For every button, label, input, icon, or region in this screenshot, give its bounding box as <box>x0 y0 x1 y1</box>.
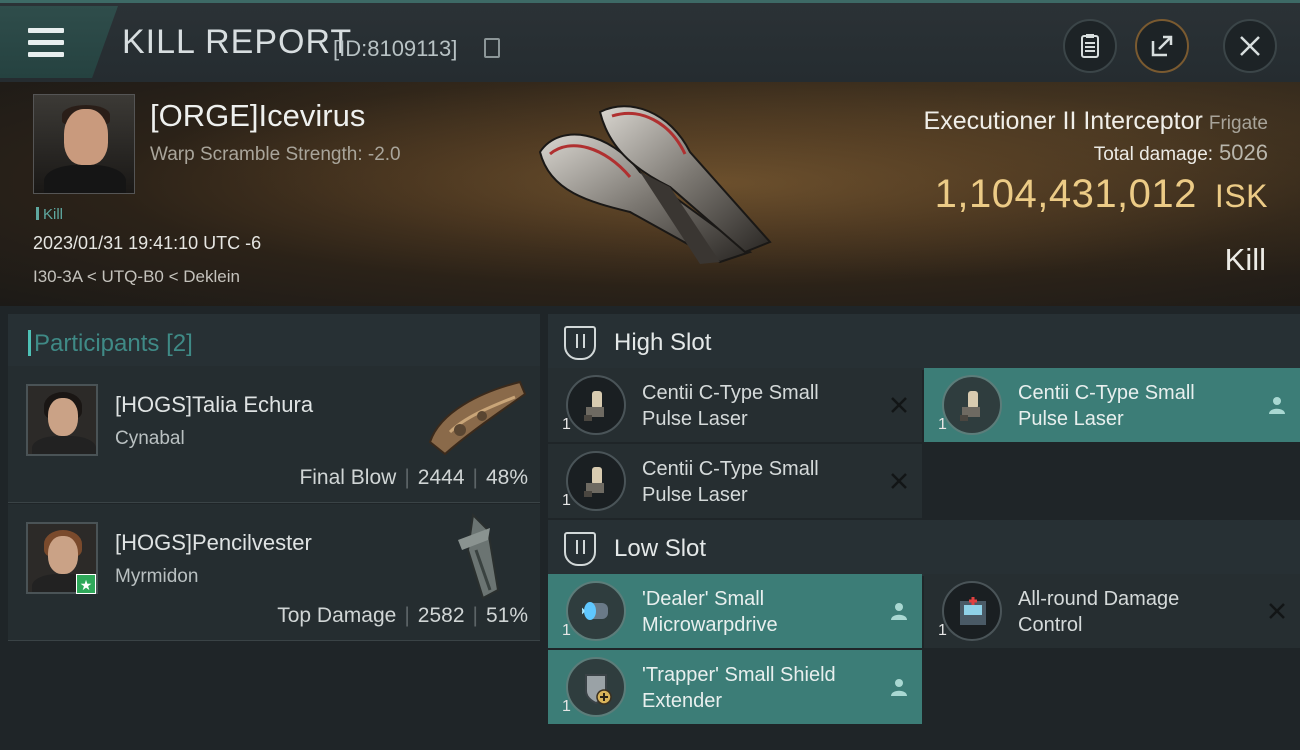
participant-name: [HOGS]Pencilvester <box>115 530 312 555</box>
destroyed-icon <box>891 397 907 413</box>
ship-class: Frigate <box>1208 113 1268 134</box>
isk-value: 1,104,431,012 ISK <box>934 172 1268 216</box>
participant-name: [HOGS]Talia Echura <box>115 392 314 417</box>
dropped-person-icon <box>891 603 907 620</box>
damage-control-icon <box>942 581 1002 641</box>
pulse-laser-icon <box>566 451 626 511</box>
warp-scramble-strength: Warp Scramble Strength: -2.0 <box>150 144 401 165</box>
low-slot-icon <box>564 532 596 566</box>
participant-stats: Final Blow | 2444 | 48% <box>299 466 528 489</box>
participant-ship: Myrmidon <box>115 566 199 587</box>
participant-ship: Cynabal <box>115 428 185 449</box>
module-item[interactable]: 1 'Trapper' Small Shield Extender <box>548 650 922 724</box>
pulse-laser-icon <box>942 375 1002 435</box>
victim-ship-image[interactable] <box>520 92 780 282</box>
kill-tag: Kill <box>36 206 63 223</box>
close-icon <box>1240 36 1260 56</box>
page-title: KILL REPORT <box>122 23 353 61</box>
victim-avatar[interactable] <box>33 94 135 194</box>
share-icon <box>1151 35 1173 57</box>
pulse-laser-icon <box>566 375 626 435</box>
module-name: Centii C-Type Small Pulse Laser <box>642 458 819 506</box>
destroyed-icon <box>1269 603 1285 619</box>
star-icon: ★ <box>76 574 96 594</box>
participant-ship-image[interactable] <box>428 510 538 600</box>
module-name: All-round Damage Control <box>1018 588 1180 636</box>
outcome-label: Kill <box>1224 242 1266 277</box>
victim-name[interactable]: [ORGE]Icevirus <box>150 98 365 134</box>
low-slot-header: Low Slot <box>548 520 1300 576</box>
close-button[interactable] <box>1223 19 1277 73</box>
copy-icon[interactable] <box>484 38 500 58</box>
kill-location[interactable]: I30-3A < UTQ-B0 < Deklein <box>33 267 240 287</box>
victim-ship-name[interactable]: Executioner II Interceptor Frigate <box>924 107 1268 136</box>
high-slot-icon <box>564 326 596 360</box>
participants-panel: Participants [2] [HOGS]Talia Echura Cyna… <box>0 306 540 750</box>
shield-extender-icon <box>566 657 626 717</box>
victim-banner: [ORGE]Icevirus Warp Scramble Strength: -… <box>0 82 1300 306</box>
module-name: 'Dealer' Small Microwarpdrive <box>642 588 778 636</box>
share-button[interactable] <box>1135 19 1189 73</box>
module-name: Centii C-Type Small Pulse Laser <box>642 382 819 430</box>
clipboard-button[interactable] <box>1063 19 1117 73</box>
total-damage: Total damage: 5026 <box>1093 140 1268 165</box>
dropped-person-icon <box>1269 397 1285 414</box>
report-id: [ID:8109113] <box>333 36 458 61</box>
fitting-panel: High Slot 1 Centii C-Type Small Pulse Las… <box>540 306 1300 750</box>
kill-datetime: 2023/01/31 19:41:10 UTC -6 <box>33 233 262 253</box>
hamburger-icon <box>28 28 64 64</box>
module-item[interactable]: 1 All-round Damage Control <box>924 574 1300 648</box>
participant-ship-image[interactable] <box>420 372 530 462</box>
header-bar: KILL REPORT [ID:8109113] <box>0 0 1300 82</box>
module-item[interactable]: 1 Centii C-Type Small Pulse Laser <box>924 368 1300 442</box>
participant-row[interactable]: [HOGS]Talia Echura Cynabal Final Blow | 24… <box>8 366 540 503</box>
clipboard-icon <box>1081 34 1099 58</box>
high-slot-header: High Slot <box>548 314 1300 370</box>
microwarpdrive-icon <box>566 581 626 641</box>
menu-button[interactable] <box>0 6 118 78</box>
module-name: 'Trapper' Small Shield Extender <box>642 664 836 712</box>
dropped-person-icon <box>891 679 907 696</box>
module-item[interactable]: 1 Centii C-Type Small Pulse Laser <box>548 444 922 518</box>
module-item[interactable]: 1 Centii C-Type Small Pulse Laser <box>548 368 922 442</box>
participant-row[interactable]: ★ [HOGS]Pencilvester Myrmidon Top Damage… <box>8 504 540 641</box>
module-item[interactable]: 1 'Dealer' Small Microwarpdrive <box>548 574 922 648</box>
participants-header: Participants [2] <box>8 314 540 370</box>
avatar[interactable] <box>26 384 98 456</box>
module-name: Centii C-Type Small Pulse Laser <box>1018 382 1195 430</box>
participant-stats: Top Damage | 2582 | 51% <box>277 604 528 627</box>
destroyed-icon <box>891 473 907 489</box>
